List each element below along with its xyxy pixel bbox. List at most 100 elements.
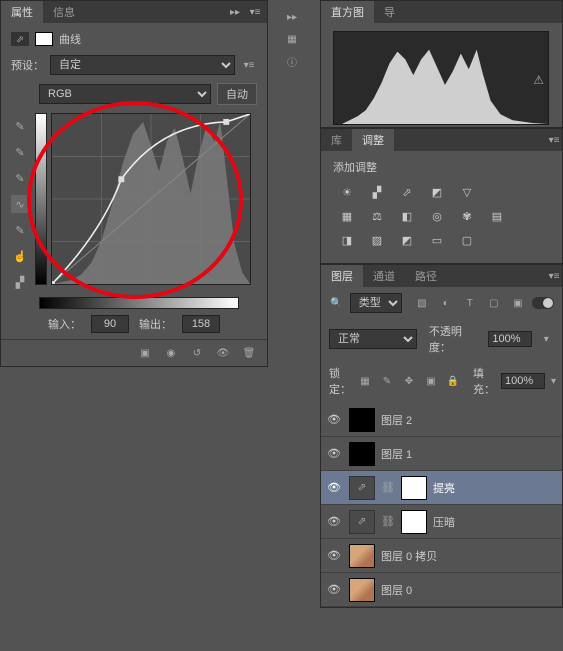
output-value-field[interactable] [182,315,220,333]
delete-icon[interactable]: 🗑 [241,346,257,360]
tab-properties[interactable]: 属性 [1,1,43,23]
chevron-down-icon[interactable]: ▾ [551,374,556,388]
photo-filter-icon[interactable]: ◎ [427,207,447,225]
lock-position-icon[interactable]: ✥ [401,374,417,388]
hue-sat-icon[interactable]: ▦ [337,207,357,225]
lock-pixels-icon[interactable]: ✎ [379,374,395,388]
curve-point-tool-icon[interactable]: ∿ [11,195,29,213]
layer-thumbnail[interactable] [349,578,375,602]
lock-transparency-icon[interactable]: ▦ [357,374,373,388]
blend-mode-select[interactable]: 正常 [329,329,417,349]
filter-adjust-icon[interactable]: ◐ [438,296,454,310]
menu-icon[interactable]: ▾≡ [546,269,562,283]
color-balance-icon[interactable]: ⚖ [367,207,387,225]
layer-name[interactable]: 图层 0 [381,582,558,598]
collapse-strip-icon[interactable]: ▸▸ [284,10,300,24]
tab-channels[interactable]: 通道 [363,265,405,287]
tab-navigator[interactable]: 导 [374,1,405,23]
layer-name[interactable]: 图层 2 [381,412,558,428]
menu-icon[interactable]: ▾≡ [247,5,263,19]
layers-panel: 图层 通道 路径 ▾≡ 🔍 类型 ▧ ◐ T ▢ ▣ 正常 [320,264,563,608]
fill-input[interactable] [501,373,545,389]
tab-histogram[interactable]: 直方图 [321,1,374,23]
visibility-toggle-icon[interactable]: 👁 [325,413,343,426]
filter-pixel-icon[interactable]: ▧ [414,296,430,310]
layer-name[interactable]: 提亮 [433,480,558,496]
invert-icon[interactable]: ◨ [337,231,357,249]
visibility-icon[interactable]: 👁 [215,346,231,360]
visibility-toggle-icon[interactable]: 👁 [325,515,343,528]
lock-all-icon[interactable]: 🔒 [445,374,461,388]
layer-item[interactable]: 👁 图层 0 [321,573,562,607]
filter-type-select[interactable]: 类型 [350,293,402,313]
lock-artboard-icon[interactable]: ▣ [423,374,439,388]
visibility-toggle-icon[interactable]: 👁 [325,481,343,494]
layer-thumbnail[interactable] [349,442,375,466]
histogram-toggle-icon[interactable]: ▞ [11,273,29,291]
layer-item[interactable]: 👁 图层 0 拷贝 [321,539,562,573]
color-lookup-icon[interactable]: ▤ [487,207,507,225]
curve-point-active[interactable] [118,176,124,182]
collapse-icon[interactable]: ▸▸ [227,5,243,19]
link-icon[interactable]: ⛓ [381,515,395,528]
visibility-toggle-icon[interactable]: 👁 [325,447,343,460]
layer-item[interactable]: 👁 图层 1 [321,437,562,471]
layer-item[interactable]: 👁 图层 2 [321,403,562,437]
eyedropper-gray-icon[interactable]: ✎ [11,143,29,161]
black-white-icon[interactable]: ◧ [397,207,417,225]
filter-toggle[interactable] [532,297,554,309]
layer-name[interactable]: 图层 0 拷贝 [381,548,558,564]
filter-shape-icon[interactable]: ▢ [486,296,502,310]
threshold-icon[interactable]: ◩ [397,231,417,249]
layer-thumbnail[interactable] [349,408,375,432]
filter-smart-icon[interactable]: ▣ [510,296,526,310]
preset-menu-icon[interactable]: ▾≡ [241,58,257,72]
mask-thumbnail-icon[interactable] [35,32,53,46]
posterize-icon[interactable]: ▨ [367,231,387,249]
tab-paths[interactable]: 路径 [405,265,447,287]
clip-to-layer-icon[interactable]: ▣ [137,346,153,360]
layer-name[interactable]: 压暗 [433,514,558,530]
exposure-icon[interactable]: ◩ [427,183,447,201]
vibrance-icon[interactable]: ▽ [457,183,477,201]
view-previous-icon[interactable]: ◉ [163,346,179,360]
eyedropper-white-icon[interactable]: ✎ [11,169,29,187]
selective-color-icon[interactable]: ▢ [457,231,477,249]
channel-select[interactable]: RGB [39,84,211,104]
curve-draw-tool-icon[interactable]: ✎ [11,221,29,239]
input-value-field[interactable] [91,315,129,333]
layer-item[interactable]: 👁 ⬀ ⛓ 压暗 [321,505,562,539]
levels-icon[interactable]: ▞ [367,183,387,201]
curves-editor: ✎ ✎ ✎ ∿ ✎ ☝ ▞ [1,109,267,295]
tab-layers[interactable]: 图层 [321,265,363,287]
reset-icon[interactable]: ↺ [189,346,205,360]
curves-icon[interactable]: ⬀ [397,183,417,201]
channel-mixer-icon[interactable]: ✾ [457,207,477,225]
visibility-toggle-icon[interactable]: 👁 [325,583,343,596]
mask-thumbnail[interactable] [401,510,427,534]
adjustment-thumbnail[interactable]: ⬀ [349,510,375,534]
chevron-down-icon[interactable]: ▾ [538,332,554,346]
info-icon[interactable]: ⓘ [284,54,300,68]
3d-icon[interactable]: ▦ [284,32,300,46]
target-adjust-icon[interactable]: ☝ [11,247,29,265]
cache-warning-icon[interactable]: ⚠ [533,73,544,87]
gradient-map-icon[interactable]: ▭ [427,231,447,249]
layer-name[interactable]: 图层 1 [381,446,558,462]
brightness-contrast-icon[interactable]: ☀ [337,183,357,201]
curves-graph[interactable] [51,113,251,285]
visibility-toggle-icon[interactable]: 👁 [325,549,343,562]
preset-select[interactable]: 自定 [50,55,235,75]
layer-item-selected[interactable]: 👁 ⬀ ⛓ 提亮 [321,471,562,505]
auto-button[interactable]: 自动 [217,83,257,105]
tab-info[interactable]: 信息 [43,1,85,23]
filter-type-icon[interactable]: T [462,296,478,310]
adjustment-thumbnail[interactable]: ⬀ [349,476,375,500]
properties-tab-bar: 属性 信息 ▸▸ ▾≡ [1,1,267,23]
filter-search-icon[interactable]: 🔍 [329,296,344,310]
link-icon[interactable]: ⛓ [381,481,395,494]
layer-thumbnail[interactable] [349,544,375,568]
opacity-input[interactable] [488,331,532,347]
mask-thumbnail[interactable] [401,476,427,500]
eyedropper-black-icon[interactable]: ✎ [11,117,29,135]
